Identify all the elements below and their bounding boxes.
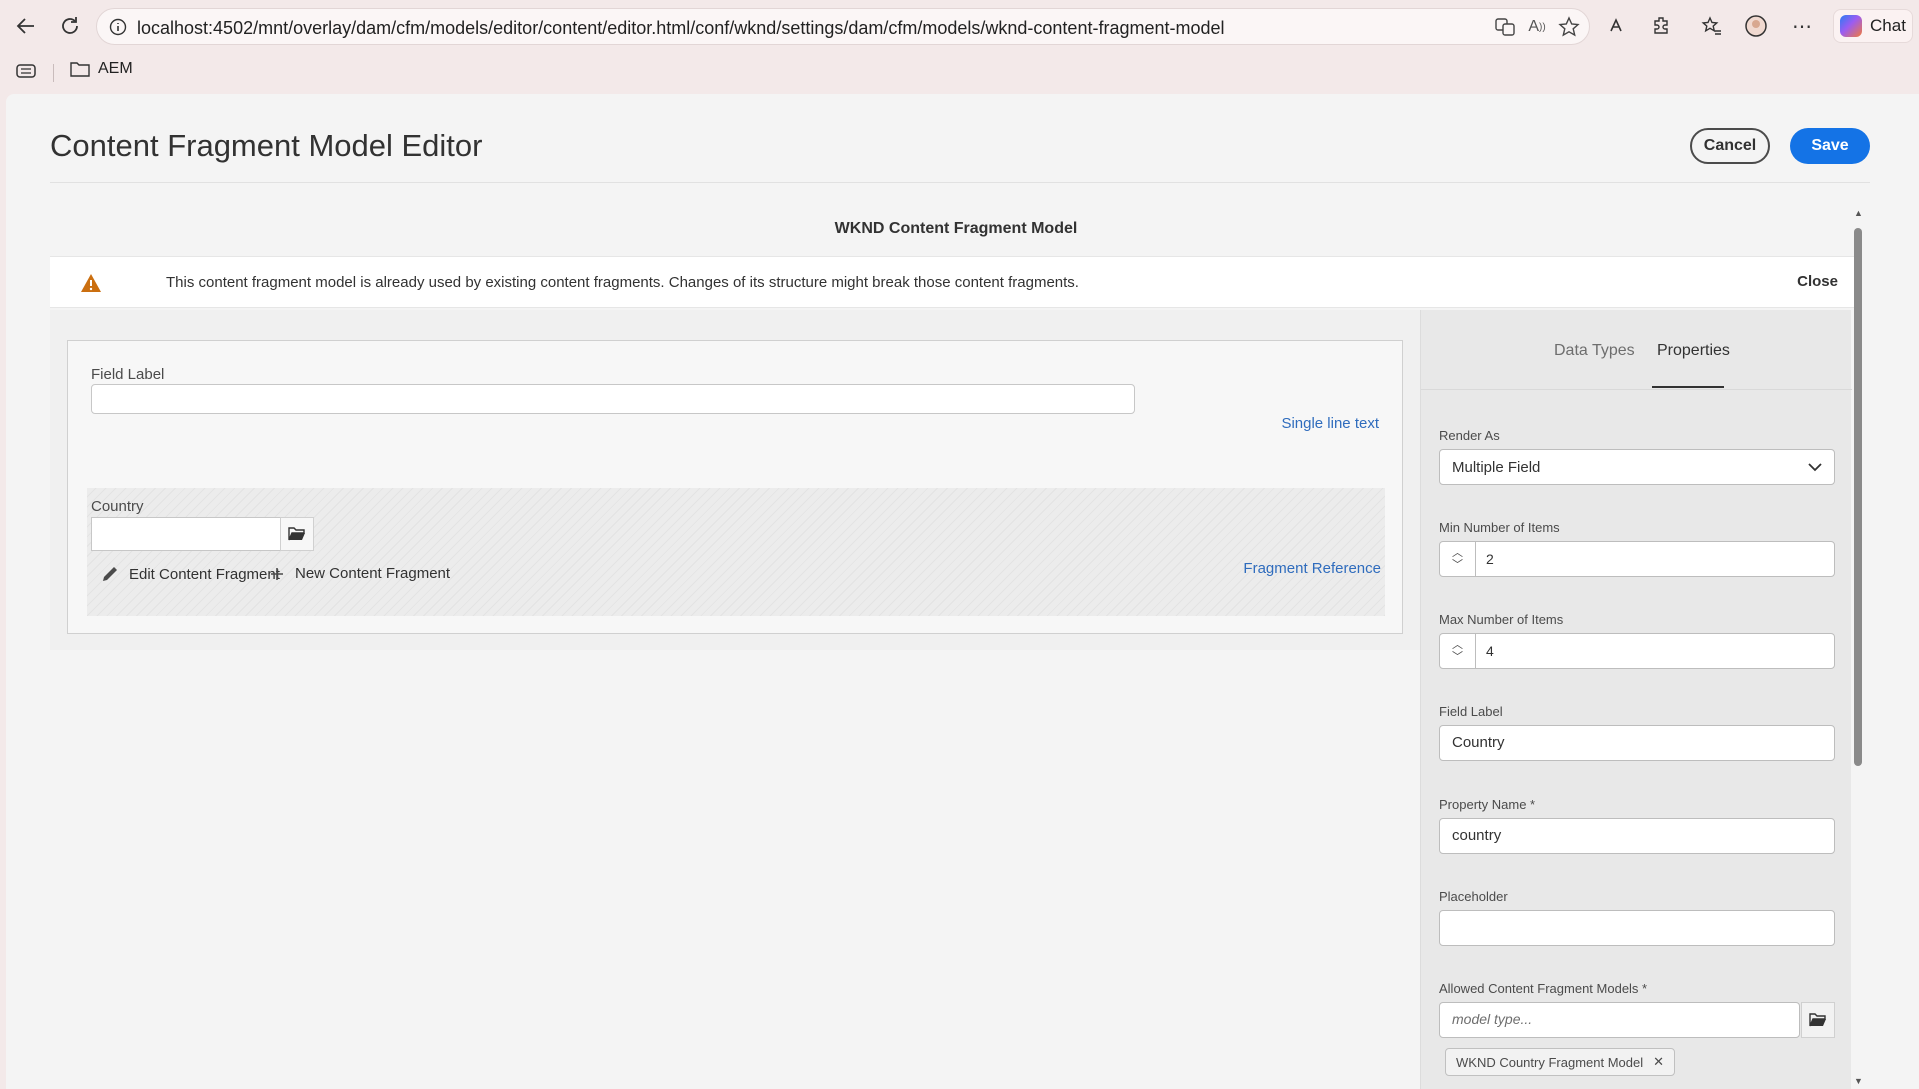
title-divider — [50, 182, 1870, 183]
alert-message: This content fragment model is already u… — [166, 274, 1079, 291]
side-field-label-label: Field Label — [1439, 704, 1503, 719]
stepper-arrows[interactable]: ︿ ﹀ — [1440, 634, 1476, 668]
tab-data-types[interactable]: Data Types — [1554, 342, 1635, 360]
favorites-icon[interactable] — [1698, 12, 1726, 40]
property-name-input[interactable]: country — [1439, 818, 1835, 854]
model-name: WKND Content Fragment Model — [834, 220, 1078, 237]
min-items-stepper[interactable]: ︿ ﹀ 2 — [1439, 541, 1835, 577]
back-icon[interactable] — [12, 12, 40, 40]
fragment-reference-type[interactable]: Fragment Reference — [1243, 560, 1381, 577]
chevron-down-icon — [1808, 463, 1822, 472]
chat-label: Chat — [1870, 16, 1906, 35]
placeholder-label: Placeholder — [1439, 889, 1508, 904]
tag-label: WKND Country Fragment Model — [1456, 1054, 1644, 1070]
bookmark-label: AEM — [98, 60, 133, 77]
browser-toolbar: localhost:4502/mnt/overlay/dam/cfm/model… — [0, 0, 1919, 52]
extensions-puzzle-icon[interactable] — [1648, 12, 1676, 40]
properties-panel: Data Types Properties Render As Multiple… — [1420, 310, 1852, 1089]
tab-properties[interactable]: Properties — [1657, 342, 1730, 360]
max-items-label: Max Number of Items — [1439, 612, 1564, 627]
address-bar[interactable]: localhost:4502/mnt/overlay/dam/cfm/model… — [96, 8, 1590, 45]
fields-card: Field Label Single line text Country Edi… — [67, 340, 1403, 634]
render-as-select[interactable]: Multiple Field — [1439, 449, 1835, 485]
model-canvas: Field Label Single line text Country Edi… — [50, 310, 1420, 650]
profile-avatar-icon[interactable] — [1742, 12, 1770, 40]
adobe-extension-icon[interactable] — [1602, 12, 1630, 40]
remove-tag-icon[interactable]: ✕ — [1653, 1054, 1664, 1070]
new-content-fragment-action[interactable]: New Content Fragment — [269, 565, 450, 582]
allowed-models-label: Allowed Content Fragment Models * — [1439, 981, 1648, 996]
refresh-icon[interactable] — [56, 12, 84, 40]
active-tab-indicator — [1652, 386, 1724, 388]
folder-open-icon — [1809, 1013, 1826, 1027]
max-items-value: 4 — [1486, 643, 1494, 659]
max-items-stepper[interactable]: ︿ ﹀ 4 — [1439, 633, 1835, 669]
bookmark-divider — [53, 64, 54, 82]
panel-scrollbar[interactable]: ▲ ▼ — [1851, 206, 1865, 1089]
edit-content-fragment-action[interactable]: Edit Content Fragment — [101, 565, 280, 583]
country-reference-input[interactable] — [91, 517, 281, 551]
pencil-icon — [103, 567, 117, 581]
more-menu-icon[interactable]: ⋯ — [1788, 12, 1816, 40]
read-aloud-icon[interactable]: A)) — [1523, 13, 1551, 41]
field-label-input[interactable] — [91, 384, 1135, 414]
warning-icon — [80, 273, 102, 298]
warning-alert: This content fragment model is already u… — [50, 256, 1862, 308]
translate-icon[interactable] — [1491, 13, 1519, 41]
copilot-chat-button[interactable]: Chat — [1833, 9, 1913, 43]
aem-app: Content Fragment Model Editor Cancel Sav… — [6, 94, 1919, 1089]
favorite-star-icon[interactable] — [1555, 13, 1583, 41]
plus-icon — [271, 567, 283, 580]
property-name-label: Property Name * — [1439, 797, 1536, 812]
tab-actions-icon[interactable] — [12, 57, 40, 85]
allowed-models-input[interactable]: model type... — [1439, 1002, 1800, 1038]
side-tabs: Data Types Properties — [1421, 310, 1852, 390]
chevron-up-icon[interactable]: ︿ — [1452, 547, 1463, 559]
cancel-button[interactable]: Cancel — [1690, 128, 1770, 164]
country-label: Country — [91, 498, 144, 515]
allowed-model-tag: WKND Country Fragment Model ✕ — [1445, 1048, 1676, 1076]
field-label-heading: Field Label — [91, 366, 165, 383]
alert-close-button[interactable]: Close — [1797, 273, 1838, 290]
site-info-icon[interactable] — [109, 18, 127, 41]
save-button[interactable]: Save — [1790, 128, 1870, 164]
bookmarks-bar: AEM — [0, 52, 1919, 90]
min-items-value: 2 — [1486, 551, 1494, 567]
chevron-down-icon[interactable]: ﹀ — [1452, 651, 1463, 663]
min-items-label: Min Number of Items — [1439, 520, 1560, 535]
side-field-label-input[interactable]: Country — [1439, 725, 1835, 761]
scroll-thumb[interactable] — [1854, 228, 1862, 766]
placeholder-input[interactable] — [1439, 910, 1835, 946]
folder-icon — [70, 62, 90, 77]
fragment-reference-field[interactable]: Country Edit Content Fragment New Conten… — [87, 488, 1385, 616]
chevron-up-icon[interactable]: ︿ — [1452, 639, 1463, 651]
browse-models-button[interactable] — [1801, 1002, 1835, 1038]
browse-fragment-button[interactable] — [280, 517, 314, 551]
render-as-value: Multiple Field — [1452, 458, 1541, 476]
page-title: Content Fragment Model Editor — [50, 128, 483, 163]
edit-content-fragment-label: Edit Content Fragment — [129, 565, 280, 583]
chevron-down-icon[interactable]: ﹀ — [1452, 559, 1463, 571]
url-text: localhost:4502/mnt/overlay/dam/cfm/model… — [137, 18, 1225, 38]
folder-open-icon — [288, 527, 305, 541]
render-as-label: Render As — [1439, 428, 1500, 443]
scroll-up-icon[interactable]: ▲ — [1854, 208, 1863, 218]
bookmark-folder-aem[interactable]: AEM — [70, 60, 133, 78]
new-content-fragment-label: New Content Fragment — [295, 565, 451, 582]
single-line-text-type[interactable]: Single line text — [1281, 415, 1379, 432]
stepper-arrows[interactable]: ︿ ﹀ — [1440, 542, 1476, 576]
copilot-icon — [1840, 15, 1863, 37]
scroll-down-icon[interactable]: ▼ — [1854, 1076, 1863, 1086]
